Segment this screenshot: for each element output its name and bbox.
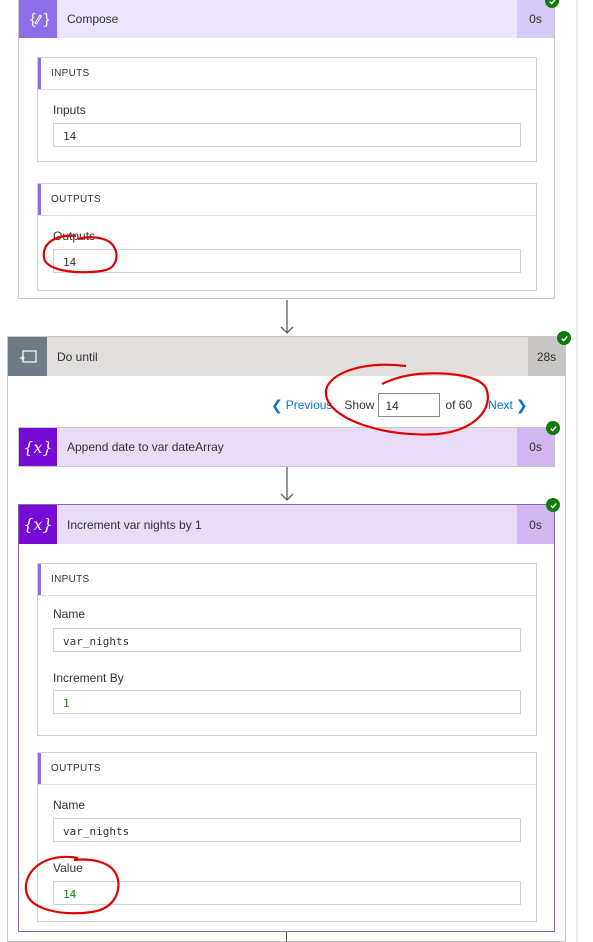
increment-title: Increment var nights by 1	[67, 517, 202, 532]
inputs-section-title: INPUTS	[51, 68, 90, 79]
iteration-count: of 60	[445, 398, 473, 412]
do-until-title: Do until	[57, 349, 98, 364]
append-title: Append date to var dateArray	[67, 440, 224, 454]
increment-header[interactable]: {x} Increment var nights by 1 0s	[19, 505, 554, 544]
compose-card[interactable]: {} Compose 0s INPUTS Inputs 14 OUTPUTS O…	[18, 0, 555, 299]
scrollbar-divider	[576, 0, 578, 942]
next-button[interactable]: Next	[488, 398, 513, 412]
increment-success-icon	[546, 498, 560, 512]
iteration-input[interactable]: 14	[378, 393, 441, 417]
connector-arrow-icon	[280, 300, 294, 334]
outputs-value-field[interactable]: 14	[53, 249, 521, 273]
do-until-header[interactable]: Do until 28s	[8, 337, 565, 376]
name-value-field[interactable]: var_nights	[53, 628, 521, 652]
previous-chevron-icon[interactable]: ❮	[271, 397, 283, 414]
next-chevron-icon[interactable]: ❯	[516, 397, 528, 414]
increment-inputs-section: INPUTS Name var_nights Increment By 1	[37, 563, 537, 736]
connector-stub	[286, 932, 288, 942]
svg-text:{: {	[28, 10, 38, 28]
compose-title: Compose	[67, 12, 119, 26]
loop-icon	[8, 337, 47, 376]
inputs-section-title: INPUTS	[51, 574, 90, 585]
value-label: Value	[53, 861, 83, 875]
output-name-label: Name	[53, 798, 86, 812]
append-header[interactable]: {x} Append date to var dateArray 0s	[19, 428, 554, 466]
connector-arrow-icon	[280, 467, 294, 501]
variable-icon: {x}	[19, 428, 57, 466]
outputs-section-title: OUTPUTS	[51, 763, 101, 774]
svg-text:}: }	[42, 10, 49, 28]
name-label: Name	[53, 607, 86, 621]
value-value-field[interactable]: 14	[53, 881, 521, 905]
previous-button[interactable]: Previous	[286, 398, 333, 412]
variable-icon: {x}	[19, 505, 57, 544]
output-name-value-field[interactable]: var_nights	[53, 818, 521, 842]
increment-by-label: Increment By	[53, 671, 124, 685]
outputs-label: Outputs	[53, 229, 96, 243]
inputs-label: Inputs	[53, 103, 86, 117]
compose-success-icon	[545, 0, 559, 8]
append-success-icon	[546, 421, 560, 435]
compose-outputs-section: OUTPUTS Outputs 14	[37, 183, 537, 291]
compose-header[interactable]: {} Compose 0s	[19, 0, 554, 38]
increment-action-card[interactable]: {x} Increment var nights by 1 0s INPUTS …	[18, 504, 555, 932]
outputs-section-title: OUTPUTS	[51, 194, 101, 205]
inputs-value-field[interactable]: 14	[53, 123, 521, 147]
append-action-card[interactable]: {x} Append date to var dateArray 0s	[18, 427, 555, 467]
do-until-success-icon	[557, 331, 571, 345]
pagination-bar: ❮ Previous Show 14 of 60 Next ❯	[271, 392, 551, 418]
increment-by-value-field[interactable]: 1	[53, 690, 521, 714]
increment-outputs-section: OUTPUTS Name var_nights Value 14	[37, 752, 537, 922]
show-label: Show	[344, 398, 375, 412]
compose-icon: {}	[19, 0, 57, 38]
compose-inputs-section: INPUTS Inputs 14	[37, 57, 537, 162]
